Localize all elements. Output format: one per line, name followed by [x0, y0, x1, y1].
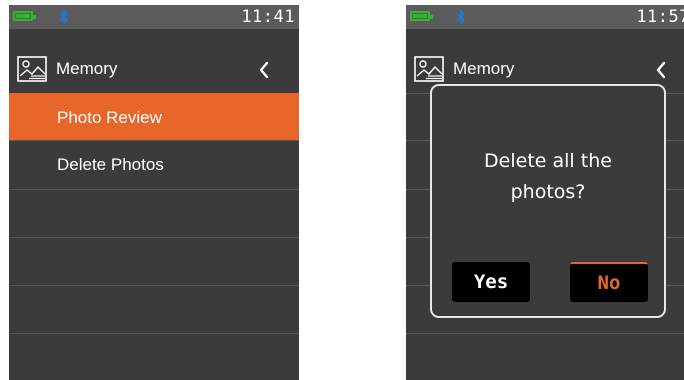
menu-item-delete-photos[interactable]: Delete Photos — [9, 140, 299, 187]
status-time: 11:41 — [241, 7, 295, 27]
screen-delete-dialog: 11:57 Memory Delete all the photos? Yes … — [406, 5, 684, 380]
menu-item-label: Photo Review — [57, 108, 162, 127]
menu-row-empty — [9, 189, 299, 236]
confirm-delete-dialog: Delete all the photos? Yes No — [430, 84, 666, 318]
gallery-icon — [17, 56, 47, 82]
battery-icon — [13, 11, 36, 21]
menu-row-behind-dialog — [406, 333, 684, 380]
no-button[interactable]: No — [570, 262, 648, 302]
menu-item-label: Delete Photos — [57, 155, 164, 174]
dialog-message-line: Delete all the — [484, 150, 612, 172]
back-chevron-icon[interactable] — [655, 61, 667, 79]
status-bar: 11:57 — [406, 5, 684, 29]
status-bar: 11:41 — [9, 5, 299, 29]
page-title: Memory — [453, 59, 515, 78]
dialog-message: Delete all the photos? — [432, 146, 664, 208]
battery-icon — [410, 11, 433, 21]
bluetooth-icon — [59, 10, 68, 24]
status-time: 11:57 — [636, 7, 684, 27]
dialog-message-line: photos? — [510, 181, 586, 203]
menu-row-empty — [9, 237, 299, 284]
title-bar: Memory — [9, 51, 299, 91]
back-chevron-icon[interactable] — [258, 61, 270, 79]
bluetooth-icon — [456, 10, 465, 24]
page-title: Memory — [56, 59, 118, 78]
menu-row-empty — [9, 333, 299, 380]
yes-button[interactable]: Yes — [452, 262, 530, 302]
gallery-icon — [414, 56, 444, 82]
screen-memory-menu: 11:41 Memory Photo Review Delete Photos — [9, 5, 299, 380]
menu-row-empty — [9, 285, 299, 332]
menu-item-photo-review[interactable]: Photo Review — [9, 93, 299, 140]
